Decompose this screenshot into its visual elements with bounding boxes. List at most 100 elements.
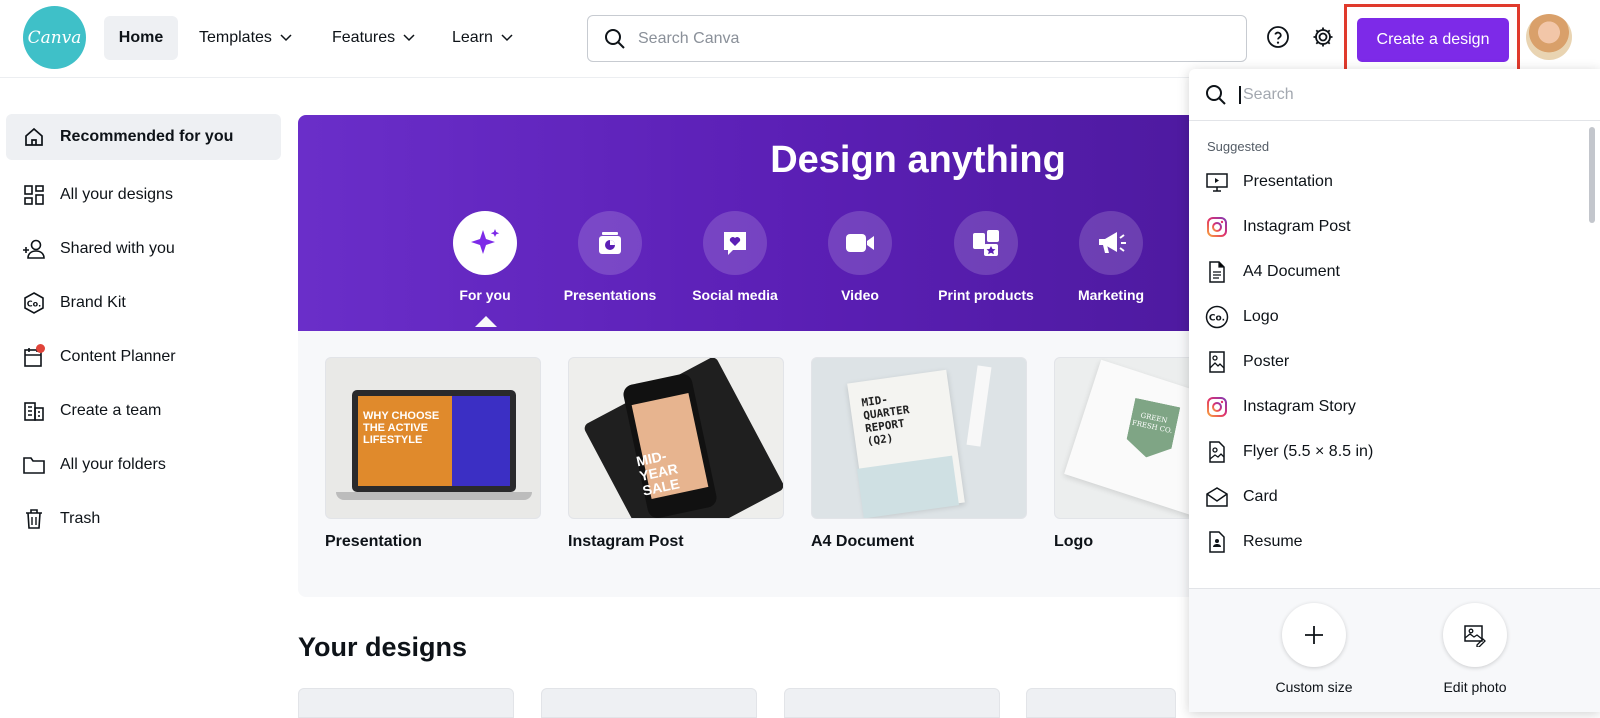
dropdown-item-presentation[interactable]: Presentation	[1189, 159, 1589, 204]
dropdown-item-flyer[interactable]: Flyer (5.5 × 8.5 in)	[1189, 429, 1589, 474]
nav-learn[interactable]: Learn	[452, 16, 513, 60]
edit-photo-icon	[1443, 603, 1507, 667]
logo-co-icon: Co.	[1205, 305, 1229, 329]
dropdown-item-label: Instagram Story	[1243, 397, 1356, 415]
grid-icon	[20, 184, 48, 206]
nav-home-label: Home	[118, 29, 164, 46]
help-icon	[1266, 25, 1290, 54]
sidebar-item-folders[interactable]: All your folders	[6, 438, 281, 492]
suggested-heading: Suggested	[1207, 139, 1270, 154]
category-social-media[interactable]: Social media	[675, 211, 795, 303]
search-input[interactable]	[638, 29, 1198, 48]
search-bar	[587, 15, 1247, 62]
dropdown-item-resume[interactable]: Resume	[1189, 519, 1589, 564]
heart-bubble-icon	[703, 211, 767, 275]
instagram-icon	[1205, 396, 1229, 418]
dropdown-item-label: Instagram Post	[1243, 217, 1351, 235]
sidebar-item-brand-kit[interactable]: Co. Brand Kit	[6, 276, 281, 330]
dropdown-item-label: Presentation	[1243, 172, 1333, 190]
card-icon	[1205, 486, 1229, 508]
design-thumbnail[interactable]	[784, 688, 1000, 718]
card-label: Presentation	[325, 533, 422, 550]
plus-icon	[1282, 603, 1346, 667]
custom-size-button[interactable]: Custom size	[1259, 603, 1369, 695]
dropdown-search-input[interactable]	[1239, 85, 1559, 104]
dropdown-item-instagram-story[interactable]: Instagram Story	[1189, 384, 1589, 429]
dropdown-item-label: Poster	[1243, 352, 1290, 370]
sidebar-item-label: Create a team	[60, 402, 162, 419]
svg-text:Co.: Co.	[1209, 313, 1225, 323]
edit-photo-button[interactable]: Edit photo	[1420, 603, 1530, 695]
notification-dot	[36, 344, 45, 353]
card-a4-document[interactable]: MID-QUARTER REPORT (Q2) A4 Document	[811, 357, 1027, 551]
dropdown-scrollbar[interactable]	[1589, 125, 1597, 585]
category-video[interactable]: Video	[800, 211, 920, 303]
dropdown-search-bar	[1189, 69, 1600, 121]
nav-features[interactable]: Features	[332, 16, 415, 60]
top-bar: Canva Home Templates Features Learn Crea…	[0, 0, 1600, 78]
dropdown-item-logo[interactable]: Co. Logo	[1189, 294, 1589, 339]
video-icon	[828, 211, 892, 275]
category-marketing[interactable]: Marketing	[1051, 211, 1171, 303]
scrollbar-thumb[interactable]	[1589, 127, 1595, 223]
home-icon	[20, 126, 48, 148]
avatar[interactable]	[1526, 14, 1572, 60]
sidebar-item-label: Content Planner	[60, 348, 176, 365]
dropdown-item-instagram-post[interactable]: Instagram Post	[1189, 204, 1589, 249]
category-label: Marketing	[1077, 287, 1145, 303]
category-label: Presentations	[563, 287, 657, 303]
card-thumbnail: MID-YEAR SALE	[568, 357, 784, 519]
sidebar-item-all-designs[interactable]: All your designs	[6, 168, 281, 222]
laptop-base	[336, 492, 532, 500]
document-icon	[1205, 260, 1229, 283]
nav-home[interactable]: Home	[104, 16, 178, 60]
presentation-icon	[1205, 171, 1229, 193]
dropdown-item-label: Card	[1243, 487, 1278, 505]
sidebar-item-recommended[interactable]: Recommended for you	[6, 114, 281, 160]
sidebar-item-label: Shared with you	[60, 240, 175, 257]
design-thumbnail[interactable]	[541, 688, 757, 718]
card-presentation[interactable]: WHY CHOOSE THE ACTIVE LIFESTYLE Presenta…	[325, 357, 541, 551]
sidebar-item-shared[interactable]: Shared with you	[6, 222, 281, 276]
dropdown-item-label: Flyer (5.5 × 8.5 in)	[1243, 442, 1374, 460]
dropdown-item-poster[interactable]: Poster	[1189, 339, 1589, 384]
sidebar-item-label: All your designs	[60, 186, 173, 203]
create-design-dropdown: Suggested Presentation Instagram Post A4…	[1189, 69, 1600, 712]
card-instagram-post[interactable]: MID-YEAR SALE Instagram Post	[568, 357, 784, 551]
sidebar-item-label: Recommended for you	[60, 128, 234, 145]
sidebar-item-label: Brand Kit	[60, 294, 126, 311]
design-thumbnail[interactable]	[298, 688, 514, 718]
category-for-you[interactable]: For you	[425, 211, 545, 303]
category-label: Social media	[692, 287, 778, 303]
nav-templates[interactable]: Templates	[199, 16, 292, 60]
sidebar-item-create-team[interactable]: Create a team	[6, 384, 281, 438]
design-thumbnail[interactable]	[1026, 688, 1176, 718]
search-icon	[1205, 84, 1227, 106]
create-button-highlight: Create a design	[1344, 4, 1520, 72]
folder-icon	[20, 455, 48, 475]
sidebar-item-trash[interactable]: Trash	[6, 492, 281, 546]
gear-icon	[1311, 25, 1335, 54]
search-icon	[604, 28, 626, 50]
dropdown-item-card[interactable]: Card	[1189, 474, 1589, 519]
card-thumbnail: WHY CHOOSE THE ACTIVE LIFESTYLE	[325, 357, 541, 519]
trash-icon	[20, 508, 48, 530]
sidebar-item-content-planner[interactable]: Content Planner	[6, 330, 281, 384]
category-label: Print products	[938, 287, 1034, 303]
canva-logo[interactable]: Canva	[23, 6, 86, 69]
document-text: MID-QUARTER REPORT (Q2)	[860, 392, 911, 449]
people-icon	[20, 238, 48, 260]
category-presentations[interactable]: Presentations	[550, 211, 670, 303]
svg-text:Co.: Co.	[27, 300, 41, 309]
create-design-label: Create a design	[1376, 31, 1490, 48]
suggested-list: Suggested Presentation Instagram Post A4…	[1189, 121, 1589, 588]
dropdown-item-label: A4 Document	[1243, 262, 1340, 280]
create-design-button[interactable]: Create a design	[1357, 18, 1509, 62]
settings-button[interactable]	[1306, 22, 1340, 56]
ruler-graphic	[966, 365, 992, 447]
help-button[interactable]	[1261, 22, 1295, 56]
category-label: Video	[841, 287, 879, 303]
category-print-products[interactable]: Print products	[926, 211, 1046, 303]
dropdown-item-a4-document[interactable]: A4 Document	[1189, 249, 1589, 294]
chevron-down-icon	[501, 29, 513, 47]
